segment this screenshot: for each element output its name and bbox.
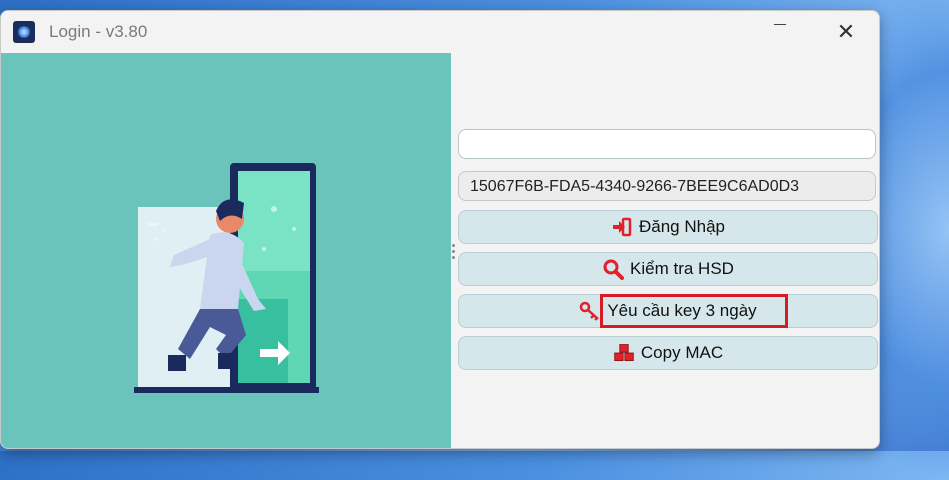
minimize-icon [774,23,786,25]
search-icon [602,258,625,280]
window-title: Login - v3.80 [49,22,148,41]
red-highlight-box [600,294,788,328]
check-expiry-label: Kiểm tra HSD [630,259,734,278]
check-expiry-button[interactable]: Kiểm tra HSD [458,252,878,286]
login-button[interactable]: Đăng Nhập [458,210,878,244]
person-exiting-door-illustration [134,163,319,393]
illustration-panel [1,53,451,448]
login-button-label: Đăng Nhập [638,217,725,236]
minimize-button[interactable] [757,11,803,53]
machine-key-field[interactable]: 15067F6B-FDA5-4340-9266-7BEE9C6AD0D3 [458,171,876,201]
close-icon: ✕ [836,19,856,44]
copy-mac-button[interactable]: Copy MAC [458,336,878,370]
panel-splitter[interactable] [452,241,456,271]
sign-in-icon [611,216,633,238]
key-icon [579,300,601,322]
close-button[interactable]: ✕ [823,11,869,53]
username-input[interactable] [458,129,876,159]
cubes-icon [613,342,635,364]
app-icon [13,21,35,43]
username-field[interactable] [459,130,875,158]
machine-key-value: 15067F6B-FDA5-4340-9266-7BEE9C6AD0D3 [470,178,800,195]
copy-mac-label: Copy MAC [640,343,724,362]
title-bar: Login - v3.80 ✕ [1,11,879,53]
